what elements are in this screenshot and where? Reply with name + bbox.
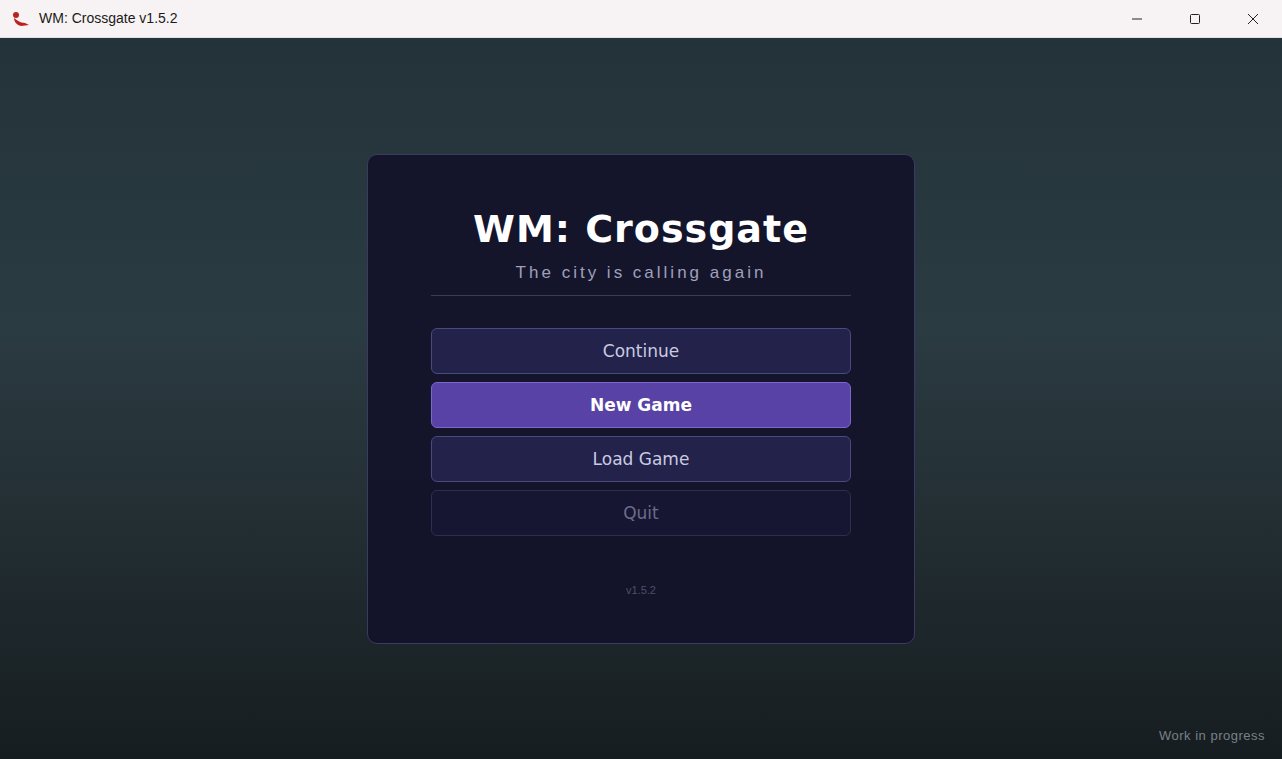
game-title: WM: Crossgate <box>473 205 809 253</box>
minimize-button[interactable] <box>1108 0 1166 37</box>
button-label: Continue <box>603 340 679 362</box>
maximize-button[interactable] <box>1166 0 1224 37</box>
button-label: Quit <box>623 502 659 524</box>
app-logo-icon <box>11 11 31 27</box>
version-label: v1.5.2 <box>626 582 656 598</box>
menu-card: WM: Crossgate The city is calling again … <box>367 154 915 644</box>
maximize-icon <box>1189 13 1201 25</box>
button-label: Load Game <box>593 448 690 470</box>
menu-button[interactable]: Quit <box>431 490 851 536</box>
watermark: Work in progress <box>1159 728 1265 744</box>
minimize-icon <box>1131 13 1143 25</box>
menu-button[interactable]: New Game <box>431 382 851 428</box>
close-icon <box>1247 13 1259 25</box>
menu-button[interactable]: Load Game <box>431 436 851 482</box>
button-label: New Game <box>590 394 692 416</box>
close-button[interactable] <box>1224 0 1282 37</box>
main-screen: WM: Crossgate The city is calling again … <box>0 38 1282 759</box>
menu-button[interactable]: Continue <box>431 328 851 374</box>
game-subtitle: The city is calling again <box>516 262 767 284</box>
divider <box>431 295 851 296</box>
window-title: WM: Crossgate v1.5.2 <box>39 8 178 29</box>
title-bar: WM: Crossgate v1.5.2 <box>0 0 1282 38</box>
